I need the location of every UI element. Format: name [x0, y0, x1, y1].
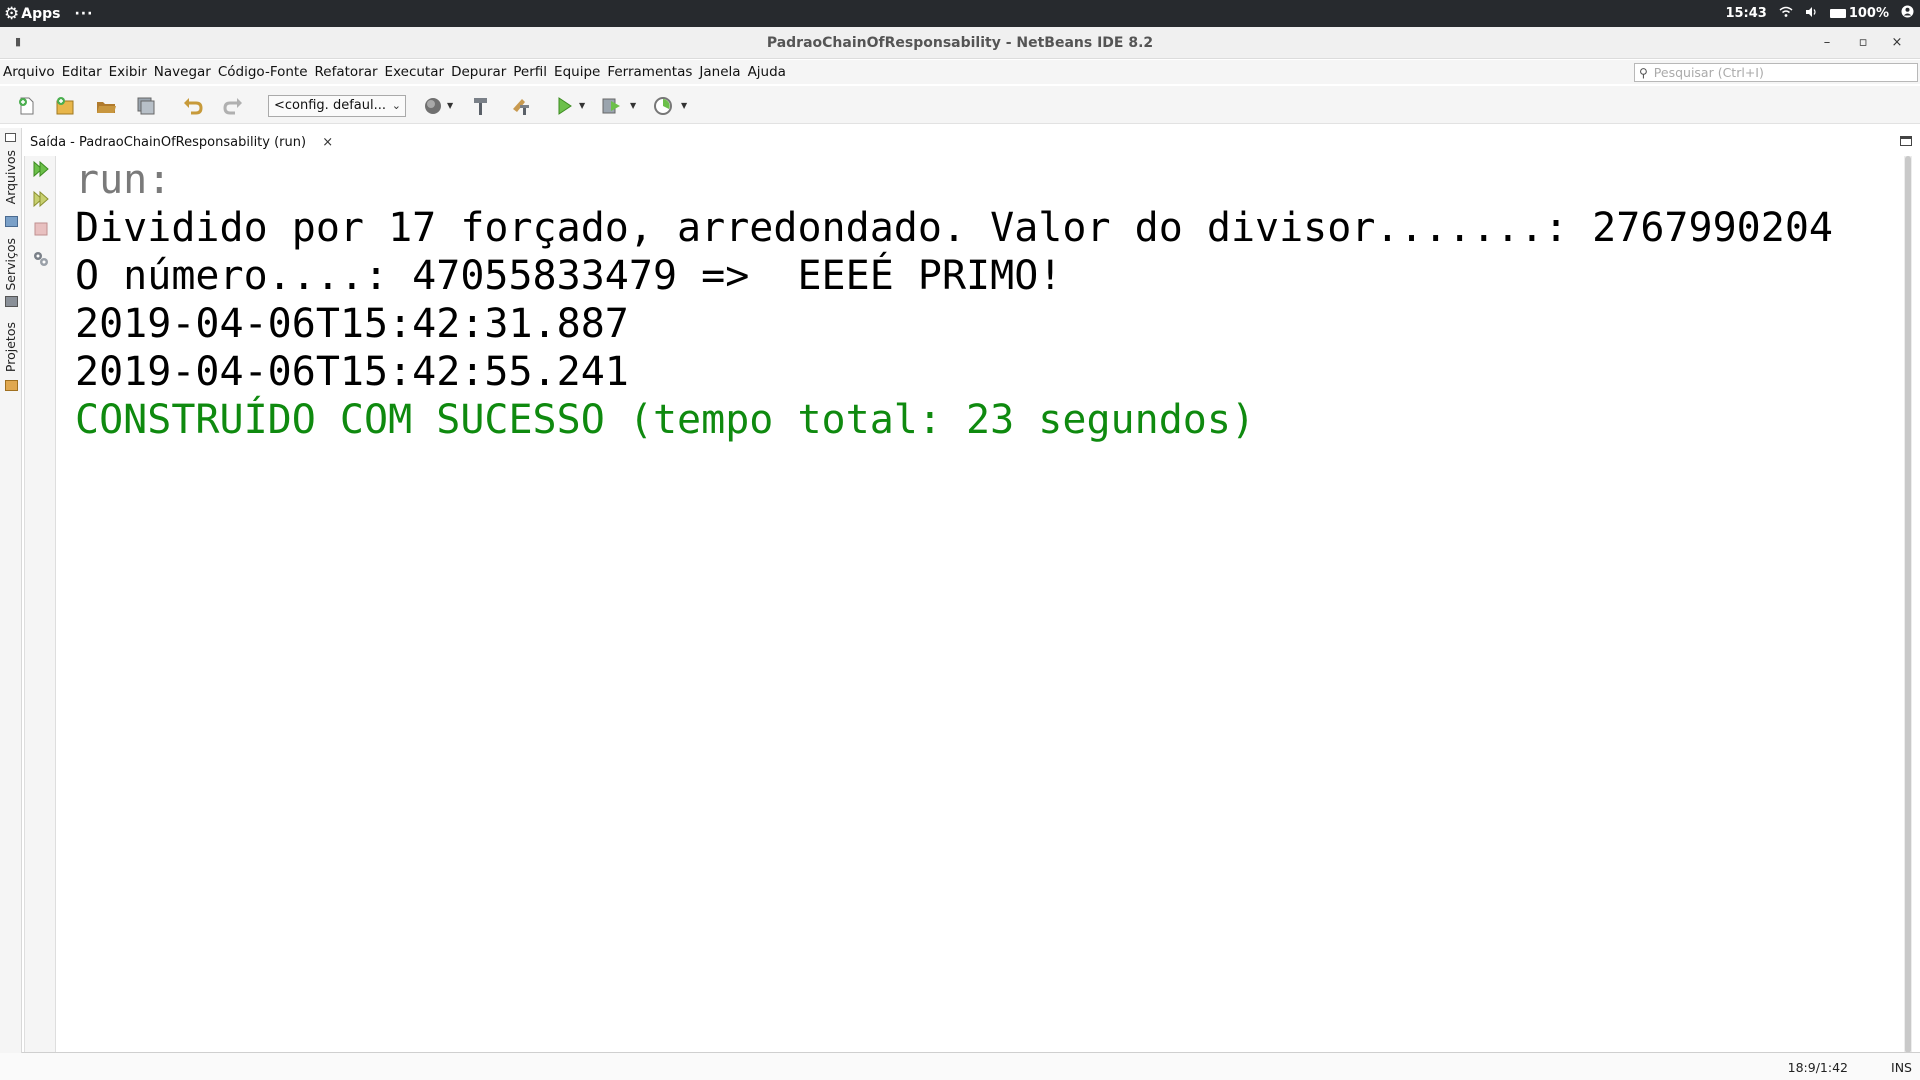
side-tab-arquivos[interactable]: Arquivos: [3, 150, 18, 204]
status-bar: 18:9/1:42 INS: [0, 1053, 1920, 1080]
build-hammer-icon[interactable]: [470, 95, 492, 117]
menu-ajuda[interactable]: Ajuda: [748, 64, 786, 80]
new-file-icon[interactable]: [16, 95, 38, 117]
apps-menu-button[interactable]: ⚙ Apps: [4, 4, 60, 24]
side-panel-strip: Arquivos Serviços Projetos: [0, 128, 22, 1053]
menu-bar: Arquivo Editar Exibir Navegar Código-Fon…: [0, 60, 1920, 84]
window-title: PadraoChainOfResponsability - NetBeans I…: [766, 35, 1154, 51]
output-actions: [24, 156, 56, 1053]
clean-build-icon[interactable]: [510, 95, 532, 117]
apps-label: Apps: [21, 5, 61, 22]
chevron-down-icon: ⌄: [391, 99, 401, 112]
battery-percent: 100%: [1848, 6, 1889, 21]
stop-icon[interactable]: [32, 220, 50, 238]
clock[interactable]: 15:43: [1725, 6, 1766, 21]
output-tab[interactable]: Saída - PadraoChainOfResponsability (run…: [22, 130, 342, 156]
menu-janela[interactable]: Janela: [699, 64, 740, 80]
search-icon: ⚲: [1639, 65, 1648, 80]
caret-position: 18:9/1:42: [1787, 1060, 1848, 1075]
apps-gear-icon: ⚙: [4, 3, 20, 24]
rerun-icon[interactable]: [32, 160, 50, 178]
debug-dropdown-icon[interactable]: ▼: [630, 101, 636, 110]
browser-dropdown-icon[interactable]: ▼: [447, 101, 453, 110]
new-project-icon[interactable]: [54, 95, 76, 117]
menu-depurar[interactable]: Depurar: [451, 64, 506, 80]
browser-icon[interactable]: [422, 95, 444, 117]
vertical-scrollbar[interactable]: [1904, 156, 1912, 1053]
config-select[interactable]: <config. defaul... ⌄: [268, 95, 406, 117]
output-line: run:: [75, 157, 172, 203]
volume-icon[interactable]: [1805, 6, 1818, 22]
maximize-panel-icon[interactable]: [1900, 136, 1912, 146]
run-dropdown-icon[interactable]: ▼: [579, 101, 585, 110]
output-line: O número....: 47055833479 => EEEÉ PRIMO!: [75, 253, 1063, 299]
config-value: <config. defaul...: [274, 98, 386, 113]
profile-icon[interactable]: [652, 95, 674, 117]
search-input[interactable]: ⚲ Pesquisar (Ctrl+I): [1634, 63, 1918, 82]
output-line: 2019-04-06T15:42:31.887: [75, 301, 629, 347]
close-window-button[interactable]: ×: [1882, 27, 1912, 59]
insert-mode: INS: [1891, 1060, 1912, 1075]
menu-executar[interactable]: Executar: [385, 64, 445, 80]
main-toolbar: <config. defaul... ⌄ ▼ ▼ ▼ ▼: [0, 86, 1920, 124]
battery-indicator[interactable]: 100%: [1829, 6, 1889, 21]
projects-icon: [5, 380, 18, 391]
menu-perfil[interactable]: Perfil: [513, 64, 547, 80]
more-indicators-button[interactable]: ···: [74, 6, 93, 22]
side-tab-servicos[interactable]: Serviços: [3, 238, 18, 291]
output-line: 2019-04-06T15:42:55.241: [75, 349, 629, 395]
side-tab-projetos[interactable]: Projetos: [3, 322, 18, 372]
minimize-button[interactable]: –: [1812, 27, 1842, 59]
files-icon: [5, 216, 18, 227]
build-success-line: CONSTRUÍDO COM SUCESSO (tempo total: 23 …: [75, 397, 1256, 443]
menu-navegar[interactable]: Navegar: [154, 64, 211, 80]
output-tab-row: Saída - PadraoChainOfResponsability (run…: [22, 128, 1920, 156]
battery-icon: [1829, 9, 1846, 18]
restore-window-group-icon[interactable]: [5, 133, 16, 142]
run-icon[interactable]: [553, 95, 575, 117]
wifi-icon[interactable]: [1779, 6, 1793, 22]
window-title-bar[interactable]: ▮ PadraoChainOfResponsability - NetBeans…: [0, 27, 1920, 59]
close-tab-icon[interactable]: ×: [322, 135, 333, 150]
search-placeholder: Pesquisar (Ctrl+I): [1653, 65, 1764, 80]
menu-arquivo[interactable]: Arquivo: [3, 64, 55, 80]
menu-editar[interactable]: Editar: [62, 64, 102, 80]
maximize-button[interactable]: ▫: [1848, 27, 1878, 59]
rerun-with-params-icon[interactable]: [32, 190, 50, 208]
settings-icon[interactable]: [32, 250, 50, 268]
menu-exibir[interactable]: Exibir: [109, 64, 147, 80]
user-power-icon[interactable]: [1901, 5, 1914, 22]
debug-icon[interactable]: [600, 95, 622, 117]
menu-refatorar[interactable]: Refatorar: [315, 64, 378, 80]
output-console[interactable]: run: Dividido por 17 forçado, arredondado…: [57, 156, 1902, 1053]
menu-ferramentas[interactable]: Ferramentas: [607, 64, 692, 80]
open-project-icon[interactable]: [95, 95, 117, 117]
profile-dropdown-icon[interactable]: ▼: [681, 101, 687, 110]
menu-codigo-fonte[interactable]: Código-Fonte: [218, 64, 308, 80]
menu-equipe[interactable]: Equipe: [554, 64, 600, 80]
scrollbar-thumb[interactable]: [1905, 156, 1911, 1053]
output-line: Dividido por 17 forçado, arredondado. Va…: [75, 205, 1833, 251]
output-tab-label: Saída - PadraoChainOfResponsability (run…: [30, 135, 307, 150]
undo-icon[interactable]: [182, 95, 204, 117]
save-all-icon[interactable]: [135, 95, 157, 117]
redo-icon[interactable]: [222, 95, 244, 117]
system-top-bar: ⚙ Apps ··· 15:43 100%: [0, 0, 1920, 27]
services-icon: [5, 296, 18, 307]
